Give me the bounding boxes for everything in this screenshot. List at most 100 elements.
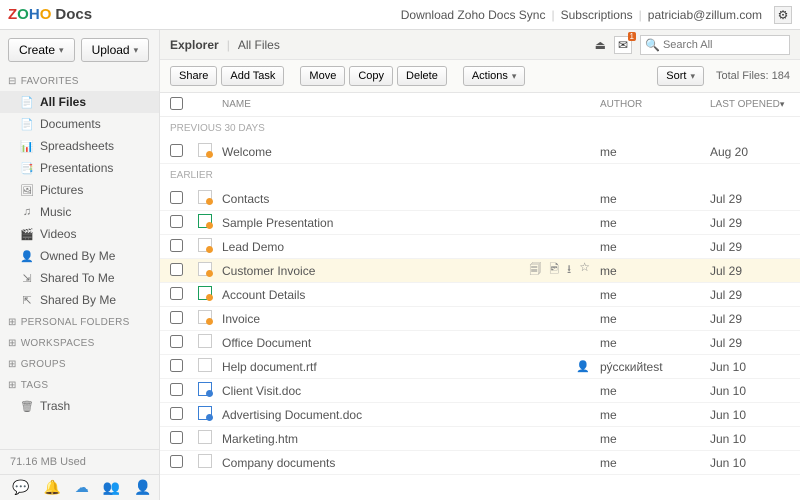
row-checkbox[interactable] [170,431,183,444]
file-type-icon [198,310,212,324]
search-box[interactable]: 🔍 [640,35,790,55]
expand-icon: ⊞ [8,380,17,391]
sidebar-item-shared-to-me[interactable]: ⇲Shared To Me [0,267,159,289]
caret-down-icon: ▾ [134,45,139,56]
delete-button[interactable]: Delete [397,66,447,86]
chat-icon[interactable]: 💬 [12,479,29,496]
settings-gear-icon[interactable]: ⚙ [774,6,792,24]
user-email[interactable]: patriciab@zillum.com [648,8,762,22]
file-date: Jul 29 [710,216,790,230]
row-quick-actions: 🗐 🖻 ⭳ ☆ [529,260,590,281]
file-row[interactable]: Office DocumentmeJul 29 [160,331,800,355]
file-type-icon [198,334,212,348]
file-name: Company documents [222,456,600,470]
file-type-icon [198,262,212,276]
sidebar-item-label: Music [40,205,71,219]
actions-button[interactable]: Actions▾ [463,66,526,86]
sidebar-item-all-files[interactable]: 📄All Files [0,91,159,113]
sidebar-item-pictures[interactable]: 🖼Pictures [0,179,159,201]
workspaces-section[interactable]: ⊞WORKSPACES [0,332,159,353]
sidebar-item-videos[interactable]: 🎬Videos [0,223,159,245]
col-last-opened[interactable]: LAST OPENED▾ [710,99,790,110]
file-name: Office Document [222,336,600,350]
search-input[interactable] [663,39,785,51]
row-checkbox[interactable] [170,359,183,372]
row-checkbox[interactable] [170,311,183,324]
row-checkbox[interactable] [170,407,183,420]
file-row[interactable]: InvoicemeJul 29 [160,307,800,331]
file-row[interactable]: WelcomemeAug 20 [160,140,800,164]
row-checkbox[interactable] [170,191,183,204]
file-row[interactable]: Sample PresentationmeJul 29 [160,211,800,235]
file-date: Jul 29 [710,240,790,254]
breadcrumb-current[interactable]: All Files [238,38,280,52]
action-icon[interactable]: 🖻 [549,260,559,281]
file-author: me [600,264,710,278]
row-checkbox[interactable] [170,263,183,276]
move-button[interactable]: Move [300,66,345,86]
row-checkbox[interactable] [170,455,183,468]
sidebar-item-label: Presentations [40,161,113,175]
upload-button[interactable]: Upload▾ [81,38,150,62]
tags-section[interactable]: ⊞TAGS [0,374,159,395]
file-date: Jul 29 [710,288,790,302]
create-button[interactable]: Create▾ [8,38,75,62]
sidebar-item-owned-by-me[interactable]: 👤Owned By Me [0,245,159,267]
file-row[interactable]: Company documentsmeJun 10 [160,451,800,475]
download-sync-link[interactable]: Download Zoho Docs Sync [401,8,546,22]
file-author: me [600,336,710,350]
file-row[interactable]: ContactsmeJul 29 [160,187,800,211]
trash-item[interactable]: 🗑Trash [0,395,159,417]
file-row[interactable]: Customer Invoice🗐🖻⭳☆meJul 29 [160,259,800,283]
bell-icon[interactable]: 🔔 [43,479,60,496]
file-type-icon [198,454,212,468]
subscriptions-link[interactable]: Subscriptions [561,8,633,22]
favorites-section[interactable]: ⊟FAVORITES [0,70,159,91]
action-icon[interactable]: ☆ [579,260,590,281]
row-checkbox[interactable] [170,239,183,252]
breadcrumb-root[interactable]: Explorer [170,38,219,52]
row-checkbox[interactable] [170,383,183,396]
file-author: me [600,312,710,326]
action-icon[interactable]: ⭳ [567,260,571,281]
shared-icon: 👤 [576,360,590,373]
file-name: Advertising Document.doc [222,408,600,422]
sidebar-item-icon: 📄 [20,117,34,131]
file-name: Customer Invoice🗐🖻⭳☆ [222,260,600,281]
row-checkbox[interactable] [170,144,183,157]
sidebar-item-music[interactable]: ♫Music [0,201,159,223]
user-icon[interactable]: 👤 [134,479,151,496]
row-checkbox[interactable] [170,215,183,228]
row-checkbox[interactable] [170,335,183,348]
sidebar-item-presentations[interactable]: 📑Presentations [0,157,159,179]
sidebar-item-icon: 🎬 [20,227,34,241]
file-row[interactable]: Help document.rtf👤ру́сскийtestJun 10 [160,355,800,379]
row-checkbox[interactable] [170,287,183,300]
file-row[interactable]: Client Visit.docmeJun 10 [160,379,800,403]
copy-button[interactable]: Copy [349,66,393,86]
select-all-checkbox[interactable] [170,97,183,110]
dropbox-icon[interactable]: ⏏ [595,38,606,52]
sidebar-item-icon: 📄 [20,95,34,109]
file-row[interactable]: Marketing.htmmeJun 10 [160,427,800,451]
cloud-icon[interactable]: ☁ [75,479,89,496]
personal-folders-section[interactable]: ⊞PERSONAL FOLDERS [0,311,159,332]
col-name[interactable]: NAME [222,99,600,110]
share-button[interactable]: Share [170,66,217,86]
notifications-button[interactable]: ✉1 [614,36,632,54]
expand-icon: ⊞ [8,317,17,328]
file-date: Jun 10 [710,432,790,446]
sidebar-item-spreadsheets[interactable]: 📊Spreadsheets [0,135,159,157]
file-row[interactable]: Lead DemomeJul 29 [160,235,800,259]
action-icon[interactable]: 🗐 [529,260,541,281]
sidebar-item-shared-by-me[interactable]: ⇱Shared By Me [0,289,159,311]
file-row[interactable]: Account DetailsmeJul 29 [160,283,800,307]
col-author[interactable]: AUTHOR [600,99,710,110]
contacts-icon[interactable]: 👥 [103,479,120,496]
groups-section[interactable]: ⊞GROUPS [0,353,159,374]
sidebar-item-documents[interactable]: 📄Documents [0,113,159,135]
sort-button[interactable]: Sort▾ [657,66,704,86]
add-task-button[interactable]: Add Task [221,66,284,86]
file-type-icon [198,406,212,420]
file-row[interactable]: Advertising Document.docmeJun 10 [160,403,800,427]
